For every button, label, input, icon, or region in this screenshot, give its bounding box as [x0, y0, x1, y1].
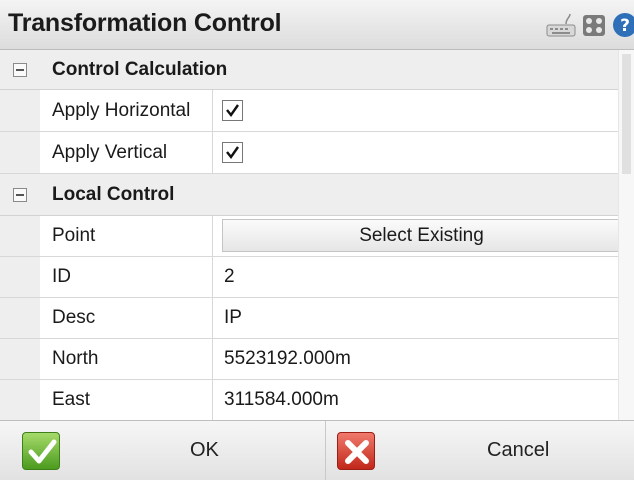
ok-button[interactable]: OK [0, 421, 326, 480]
window-title: Transformation Control [8, 9, 282, 37]
apply-vertical-label: Apply Vertical [40, 132, 213, 173]
svg-text:?: ? [620, 16, 630, 36]
east-value[interactable]: 311584.000m [213, 380, 618, 420]
title-bar: Transformation Control ? [0, 0, 634, 50]
apply-horizontal-label: Apply Horizontal [40, 90, 213, 131]
grid-icon[interactable] [582, 12, 606, 38]
desc-value[interactable]: IP [213, 298, 618, 338]
scrollbar-thumb[interactable] [622, 54, 631, 174]
checkmark-icon [226, 104, 239, 118]
section-title: Control Calculation [52, 58, 228, 80]
checkmark-icon [22, 432, 60, 470]
section-title: Local Control [52, 183, 175, 205]
row-north: North 5523192.000m [0, 339, 634, 380]
cancel-button[interactable]: Cancel [327, 421, 634, 480]
row-east: East 311584.000m [0, 380, 634, 420]
keyboard-icon[interactable] [546, 12, 576, 38]
close-icon [337, 432, 375, 470]
north-value[interactable]: 5523192.000m [213, 339, 618, 379]
section-local-control[interactable]: Local Control [0, 174, 634, 216]
apply-vertical-checkbox[interactable] [222, 142, 243, 163]
row-apply-horizontal: Apply Horizontal [0, 90, 634, 132]
apply-horizontal-checkbox[interactable] [222, 100, 243, 121]
cancel-label: Cancel [487, 439, 550, 461]
vertical-scrollbar[interactable] [618, 50, 634, 420]
collapse-icon[interactable] [13, 187, 27, 202]
property-grid: Control Calculation Apply Horizontal App… [0, 50, 634, 420]
checkmark-icon [226, 146, 239, 160]
collapse-icon[interactable] [13, 62, 27, 77]
id-value[interactable]: 2 [213, 257, 618, 297]
north-label: North [40, 339, 213, 379]
section-control-calculation[interactable]: Control Calculation [0, 50, 634, 90]
row-id: ID 2 [0, 257, 634, 298]
east-label: East [40, 380, 213, 420]
point-label: Point [40, 216, 213, 256]
id-label: ID [40, 257, 213, 297]
button-bar: OK Cancel [0, 420, 634, 480]
row-apply-vertical: Apply Vertical [0, 132, 634, 174]
ok-label: OK [190, 439, 219, 461]
row-desc: Desc IP [0, 298, 634, 339]
select-existing-button[interactable]: Select Existing [222, 219, 621, 252]
help-icon[interactable]: ? [612, 12, 634, 38]
desc-label: Desc [40, 298, 213, 338]
